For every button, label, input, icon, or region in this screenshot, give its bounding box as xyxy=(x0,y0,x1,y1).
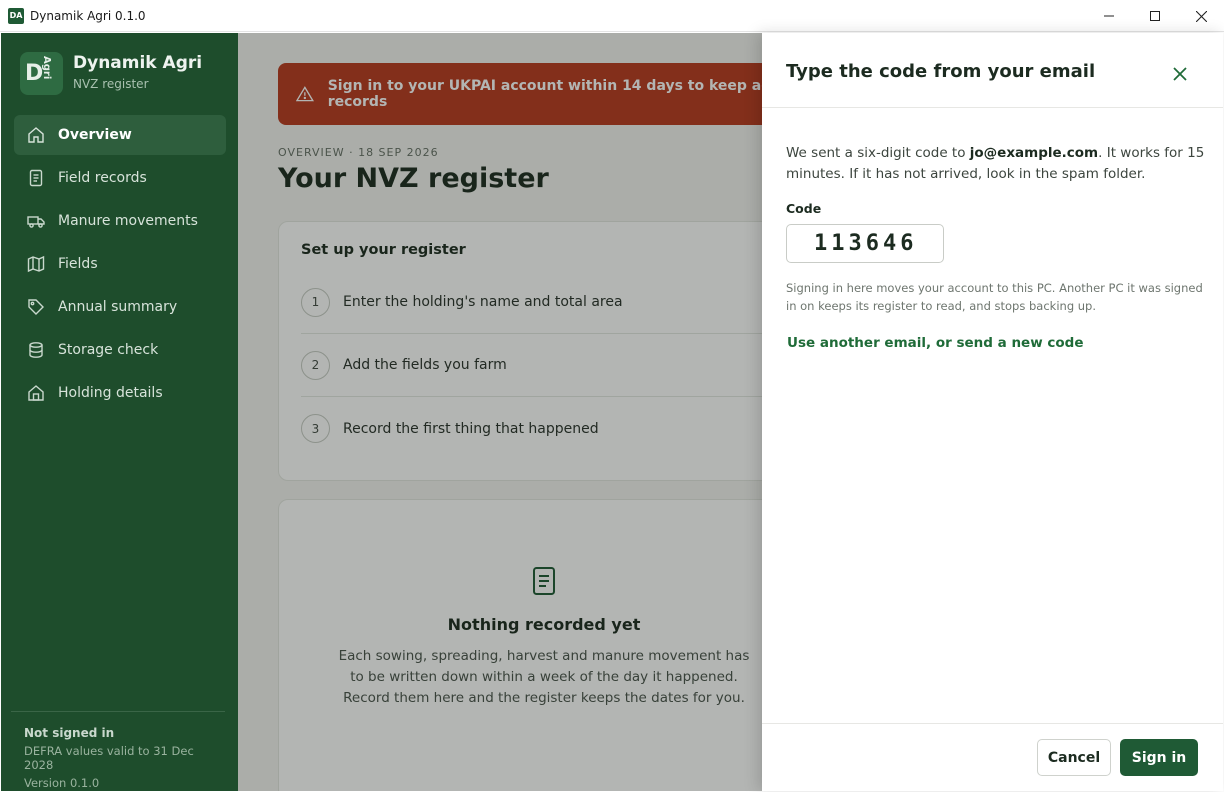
truck-icon xyxy=(27,216,45,228)
app-version: Version 0.1.0 xyxy=(24,776,100,790)
window-controls xyxy=(1086,0,1224,32)
window-titlebar: DA Dynamik Agri 0.1.0 xyxy=(0,0,1224,32)
sidebar: D Agri Dynamik Agri NVZ register Overvie… xyxy=(1,33,238,791)
maximize-button[interactable] xyxy=(1132,0,1178,32)
brand-name: Dynamik Agri xyxy=(73,53,203,73)
sidebar-item-annual-summary[interactable]: Annual summary xyxy=(14,287,226,327)
sidebar-item-label: Field records xyxy=(58,170,147,186)
sign-in-status: Not signed in xyxy=(24,726,115,740)
code-label: Code xyxy=(786,201,822,216)
sign-in-code-dialog: Type the code from your email We sent a … xyxy=(762,33,1223,791)
defra-validity: DEFRA values valid to 31 Dec 2028 xyxy=(24,744,194,772)
sidebar-item-label: Fields xyxy=(58,256,98,272)
building-icon xyxy=(28,385,44,401)
dialog-note: Signing in here moves your account to th… xyxy=(786,281,1203,313)
dialog-intro: We sent a six-digit code to jo@example.c… xyxy=(786,145,1205,182)
close-window-button[interactable] xyxy=(1178,0,1224,32)
map-icon xyxy=(27,255,45,273)
code-input[interactable] xyxy=(786,224,944,263)
sidebar-nav: Overview Field records Manure movements … xyxy=(14,115,226,416)
resend-code-link[interactable]: Use another email, or send a new code xyxy=(787,335,1084,351)
cancel-button[interactable]: Cancel xyxy=(1037,739,1111,776)
sidebar-item-label: Overview xyxy=(58,127,132,143)
sidebar-item-label: Annual summary xyxy=(58,299,178,315)
sidebar-item-fields[interactable]: Fields xyxy=(14,244,226,284)
tag-icon xyxy=(28,299,44,315)
sidebar-item-label: Holding details xyxy=(58,385,163,401)
sidebar-item-overview[interactable]: Overview xyxy=(14,115,226,155)
brand-subtitle: NVZ register xyxy=(73,77,149,91)
database-icon xyxy=(29,342,43,358)
sidebar-item-label: Storage check xyxy=(58,342,159,358)
sidebar-item-field-records[interactable]: Field records xyxy=(14,158,226,198)
dialog-close-button[interactable] xyxy=(1166,60,1194,88)
home-icon xyxy=(28,127,44,143)
app-icon: DA xyxy=(8,7,24,24)
app-logo: D Agri xyxy=(20,52,63,95)
sidebar-item-storage-check[interactable]: Storage check xyxy=(14,330,226,370)
dialog-header: Type the code from your email xyxy=(762,33,1223,108)
brand: D Agri Dynamik Agri NVZ register xyxy=(20,52,202,95)
close-icon xyxy=(1195,10,1207,22)
close-icon xyxy=(1173,67,1187,81)
sidebar-item-label: Manure movements xyxy=(58,213,198,229)
document-icon xyxy=(29,169,43,187)
maximize-icon xyxy=(1150,11,1160,21)
dialog-title: Type the code from your email xyxy=(786,61,1096,82)
minimize-icon xyxy=(1104,15,1114,17)
sidebar-footer: Not signed in DEFRA values valid to 31 D… xyxy=(11,711,225,790)
window-title: Dynamik Agri 0.1.0 xyxy=(30,8,146,23)
dialog-footer: Cancel Sign in xyxy=(762,723,1223,791)
modal-backdrop[interactable] xyxy=(238,33,762,791)
sign-in-button[interactable]: Sign in xyxy=(1120,739,1198,776)
minimize-button[interactable] xyxy=(1086,0,1132,32)
main-content: Sign in to your UKPAI account within 14 … xyxy=(238,33,762,791)
email-address: jo@example.com xyxy=(969,145,1099,161)
sidebar-item-manure-movements[interactable]: Manure movements xyxy=(14,201,226,241)
sidebar-item-holding-details[interactable]: Holding details xyxy=(14,373,226,413)
